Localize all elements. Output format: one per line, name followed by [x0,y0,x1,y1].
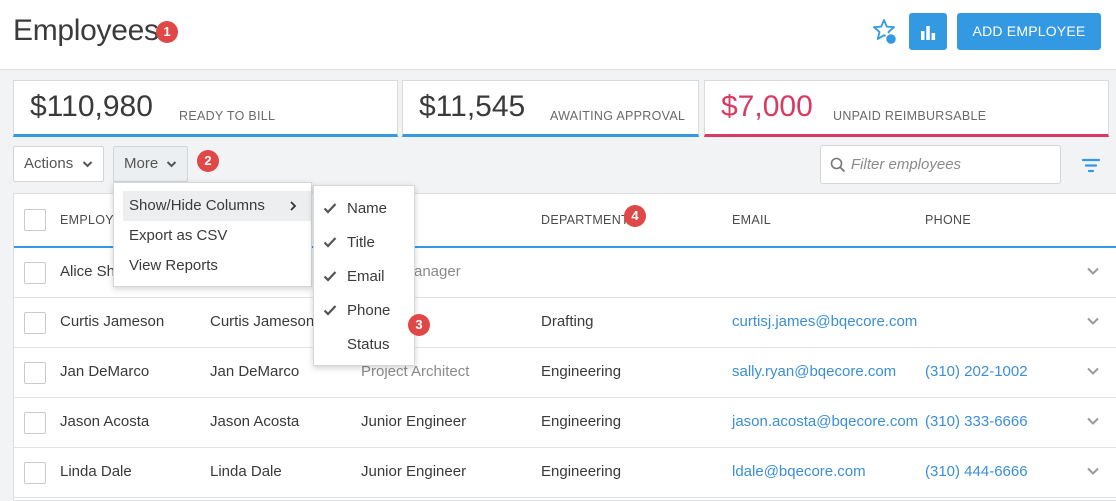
column-toggle-phone[interactable]: Phone [314,294,414,328]
filter-employees-box[interactable] [820,145,1061,184]
kpi-value: $110,980 [30,90,153,123]
menu-item-label: Show/Hide Columns [129,197,265,214]
chevron-down-icon[interactable] [1086,414,1100,433]
kpi-awaiting-approval[interactable]: $11,545 AWAITING APPROVAL [402,80,699,137]
cell-email[interactable]: curtisj.james@bqecore.com [732,313,917,330]
cell-email[interactable]: sally.ryan@bqecore.com [732,363,896,380]
cell-title: Junior Engineer [361,413,467,430]
cell-title: Junior Engineer [361,463,467,480]
cell-name: Jason Acosta [60,413,150,430]
cell-email[interactable]: jason.acosta@bqecore.com [732,413,918,430]
table-row[interactable]: Jason Acosta Jason Acosta Junior Enginee… [14,398,1116,448]
column-toggle-status[interactable]: Status [314,328,414,362]
kpi-value: $11,545 [419,90,526,123]
page-title: Employees [13,14,159,47]
filter-icon[interactable] [1080,156,1102,176]
cell-department: Engineering [541,363,622,380]
header-email[interactable]: EMAIL [732,213,771,227]
callout-badge-3: 3 [408,314,430,336]
check-icon [323,303,337,321]
callout-badge-2: 2 [197,150,219,172]
row-checkbox[interactable] [24,462,46,484]
row-checkbox[interactable] [24,312,46,334]
check-icon [323,269,337,287]
chevron-down-icon[interactable] [1086,314,1100,333]
cell-display-name: Jan DeMarco [210,363,300,380]
bar-chart-icon [921,25,936,40]
cell-phone[interactable]: (310) 333-6666 [925,413,1028,430]
column-toggle-label: Phone [347,302,391,319]
cell-department: Drafting [541,313,594,330]
kpi-label: AWAITING APPROVAL [550,109,686,123]
callout-badge-4: 4 [624,205,646,227]
add-employee-button[interactable]: ADD EMPLOYEE [957,13,1101,50]
chevron-down-icon[interactable] [1086,464,1100,483]
cell-email[interactable]: ldale@bqecore.com [732,463,866,480]
row-checkbox[interactable] [24,362,46,384]
chevron-down-icon [82,147,93,194]
check-icon [323,235,337,253]
actions-label: Actions [24,155,74,172]
cell-display-name: Jason Acosta [210,413,300,430]
chevron-down-icon[interactable] [1086,364,1100,383]
header-phone[interactable]: PHONE [925,213,971,227]
cell-phone[interactable]: (310) 202-1002 [925,363,1028,380]
chevron-down-icon[interactable] [1086,264,1100,283]
kpi-label: UNPAID REIMBURSABLE [833,109,987,123]
menu-item-export-csv[interactable]: Export as CSV [123,221,311,251]
header-department[interactable]: DEPARTMENT [541,213,629,227]
table-row[interactable]: Linda Dale Linda Dale Junior Engineer En… [14,448,1116,498]
reports-chart-button[interactable] [909,13,947,50]
cell-display-name: Linda Dale [210,463,282,480]
table-row[interactable]: Curtis Jameson Curtis Jameson Drafting c… [14,298,1116,348]
cell-name: Linda Dale [60,463,132,480]
cell-title: anager [414,263,461,280]
cell-name: Jan DeMarco [60,363,150,380]
kpi-ready-to-bill[interactable]: $110,980 READY TO BILL [13,80,398,137]
check-icon [323,201,337,219]
menu-item-view-reports[interactable]: View Reports [123,251,311,281]
more-dropdown[interactable]: More [113,146,188,182]
column-toggle-label: Title [347,234,375,251]
favorite-star-icon[interactable] [870,15,900,49]
cell-department: Engineering [541,413,622,430]
more-menu: Show/Hide Columns Export as CSV View Rep… [113,182,312,287]
cell-name: Curtis Jameson [60,313,165,330]
page-header: Employees 1 ADD EMPLOYEE [0,0,1116,70]
cell-phone[interactable]: (310) 444-6666 [925,463,1028,480]
row-checkbox[interactable] [24,412,46,434]
actions-dropdown[interactable]: Actions [13,146,104,182]
columns-submenu: Name Title Email Phone Status [313,185,415,366]
column-toggle-title[interactable]: Title [314,226,414,260]
column-toggle-label: Email [347,268,385,285]
cell-department: Engineering [541,463,622,480]
cell-display-name: Curtis Jameson [210,313,315,330]
column-toggle-label: Name [347,200,388,217]
kpi-label: READY TO BILL [179,109,276,123]
kpi-unpaid-reimbursable[interactable]: $7,000 UNPAID REIMBURSABLE [704,80,1109,137]
filter-employees-input[interactable] [851,146,1056,183]
callout-badge-1: 1 [156,21,178,43]
column-toggle-label: Status [347,336,390,353]
column-toggle-name[interactable]: Name [314,192,414,226]
kpi-value: $7,000 [721,90,813,123]
table-row[interactable]: Jan DeMarco Jan DeMarco Project Architec… [14,348,1116,398]
more-label: More [124,155,159,172]
menu-item-show-hide-columns[interactable]: Show/Hide Columns [123,191,311,221]
search-icon [830,157,846,178]
row-checkbox[interactable] [24,262,46,284]
select-all-checkbox[interactable] [24,209,46,231]
column-toggle-email[interactable]: Email [314,260,414,294]
